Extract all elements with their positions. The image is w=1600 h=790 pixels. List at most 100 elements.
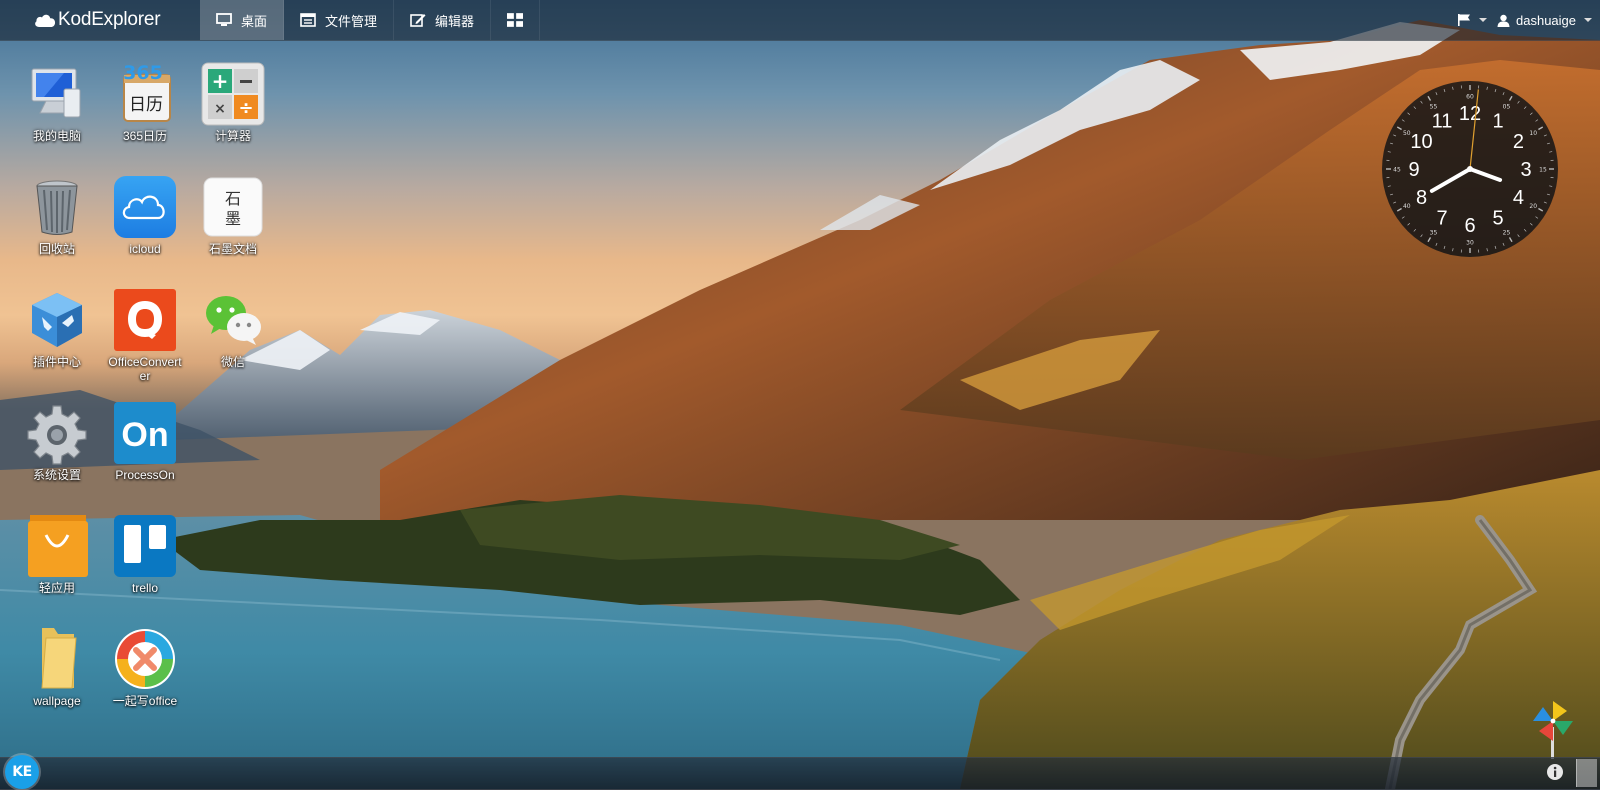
clock-hour-label: 4: [1513, 187, 1524, 209]
analog-clock-widget[interactable]: 600510152025303540455055121234567891011: [1382, 81, 1558, 257]
nav-apps-grid-tab[interactable]: [491, 0, 540, 40]
clock-tick: [1538, 209, 1542, 212]
folder-icon: [24, 626, 90, 692]
clock-hour-label: 2: [1513, 131, 1524, 153]
clock-tick: [1503, 92, 1504, 95]
clock-tick: [1510, 237, 1513, 241]
desktop-item-icloud[interactable]: icloud: [103, 174, 187, 256]
office-converter-icon: [112, 287, 178, 353]
desktop-item-plugin-center[interactable]: 插件中心: [15, 287, 99, 369]
calendar-icon-number: 365: [123, 62, 163, 84]
nav-editor-tab[interactable]: 编辑器: [394, 0, 491, 40]
clock-minute-hand: [1432, 169, 1470, 191]
nav-desktop-tab[interactable]: 桌面: [200, 0, 284, 40]
clock-hour-label: 6: [1464, 215, 1475, 237]
clock-tick: [1524, 229, 1526, 231]
app-brand[interactable]: KodExplorer: [34, 8, 160, 32]
clock-tick: [1390, 194, 1393, 195]
clock-minute-label: 35: [1430, 230, 1438, 237]
clock-hour-hand: [1470, 169, 1500, 180]
clock-hour-label: 10: [1410, 131, 1432, 153]
pinwheel-icon[interactable]: [1531, 699, 1575, 759]
clock-minute-label: 30: [1466, 240, 1474, 247]
user-menu-dropdown[interactable]: dashuaige: [1497, 13, 1592, 28]
clock-minute-label: 25: [1503, 230, 1511, 237]
clock-minute-label: 15: [1539, 167, 1547, 174]
clock-tick: [1388, 186, 1391, 187]
desktop-item-my-computer[interactable]: 我的电脑: [15, 61, 99, 143]
start-menu-button[interactable]: KE: [5, 755, 39, 789]
clock-tick: [1530, 113, 1532, 115]
clock-tick: [1453, 248, 1454, 251]
nav-file-manager-label: 文件管理: [325, 11, 377, 30]
nav-editor-label: 编辑器: [435, 11, 474, 30]
desktop-item-calculator[interactable]: + × ÷ 计算器: [191, 61, 275, 143]
desktop-item-wallpage-folder[interactable]: wallpage: [15, 626, 99, 708]
info-icon[interactable]: [1546, 763, 1564, 781]
clock-tick: [1393, 202, 1396, 203]
desktop-item-label: 系统设置: [15, 468, 99, 482]
main-nav: 桌面 文件管理 编辑器: [200, 0, 540, 40]
clock-minute-label: 20: [1529, 203, 1537, 210]
desktop-item-label: 微信: [191, 355, 275, 369]
desktop-item-365-calendar[interactable]: 日历 365 365日历: [103, 61, 187, 143]
clock-tick: [1487, 87, 1488, 90]
clock-hour-label: 5: [1492, 207, 1503, 229]
clock-minute-label: 45: [1393, 167, 1401, 174]
desktop-item-label: ProcessOn: [103, 468, 187, 482]
grid-icon: [507, 13, 523, 27]
desktop-item-processon[interactable]: On ProcessOn: [103, 400, 187, 482]
computer-icon: [24, 61, 90, 127]
clock-second-hand: [1470, 89, 1478, 169]
top-navbar: KodExplorer 桌面 文件管理 编辑器: [0, 0, 1600, 41]
language-flag-dropdown[interactable]: [1457, 13, 1487, 27]
clock-minute-label: 05: [1503, 103, 1511, 110]
clock-tick: [1524, 107, 1526, 109]
clock-hour-label: 1: [1492, 111, 1503, 133]
desktop-item-label: 石墨文档: [191, 242, 275, 256]
calculator-icon: + × ÷: [200, 61, 266, 127]
light-app-bag-icon: [24, 513, 90, 579]
edit-pen-icon: [410, 13, 426, 27]
clock-tick: [1453, 87, 1454, 90]
icloud-icon: [112, 174, 178, 240]
desktop-item-label: 一起写office: [103, 694, 187, 708]
nav-file-manager-tab[interactable]: 文件管理: [284, 0, 394, 40]
clock-tick: [1436, 243, 1437, 246]
clock-hour-label: 8: [1416, 187, 1427, 209]
clock-tick: [1408, 223, 1410, 225]
settings-gear-icon: [24, 400, 90, 466]
desktop-item-trello[interactable]: trello: [103, 513, 187, 595]
nav-desktop-label: 桌面: [241, 11, 267, 30]
chevron-down-icon: [1479, 18, 1487, 22]
clock-tick: [1538, 127, 1542, 130]
file-manager-icon: [300, 13, 316, 27]
desktop-item-label: 轻应用: [15, 581, 99, 595]
processon-icon-text: On: [121, 416, 168, 454]
clock-tick: [1390, 143, 1393, 144]
username: dashuaige: [1516, 13, 1576, 28]
desktop-item-yiqixie-office[interactable]: 一起写office: [103, 626, 187, 708]
clock-tick: [1549, 186, 1552, 187]
show-desktop-button[interactable]: [1576, 759, 1597, 787]
clock-tick: [1495, 246, 1496, 249]
clock-minute-label: 60: [1466, 94, 1474, 101]
desktop-item-label: OfficeConverter: [103, 355, 187, 383]
desktop-item-label: wallpage: [15, 694, 99, 708]
brand-name: KodExplorer: [58, 9, 160, 31]
svg-text:×: ×: [214, 101, 226, 117]
desktop-item-system-settings[interactable]: 系统设置: [15, 400, 99, 482]
clock-tick: [1518, 101, 1520, 103]
clock-tick: [1388, 152, 1391, 153]
svg-text:+: +: [212, 69, 229, 93]
clock-minute-label: 10: [1529, 130, 1537, 137]
desktop-item-office-converter[interactable]: OfficeConverter: [103, 287, 187, 383]
clock-tick: [1393, 135, 1396, 136]
desktop-item-light-app[interactable]: 轻应用: [15, 513, 99, 595]
desktop-item-wechat[interactable]: 微信: [191, 287, 275, 369]
clock-tick: [1421, 235, 1423, 237]
clock-tick: [1549, 152, 1552, 153]
desktop-item-recycle-bin[interactable]: 回收站: [15, 174, 99, 256]
flag-icon: [1457, 13, 1471, 27]
desktop-item-shimo-docs[interactable]: 石 墨 石墨文档: [191, 174, 275, 256]
